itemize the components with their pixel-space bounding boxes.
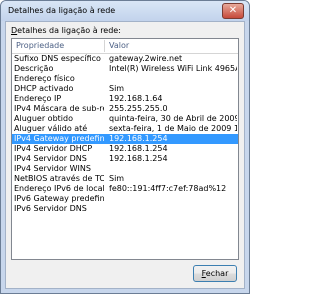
- table-row[interactable]: IPv4 Máscara de sub-rede 255.255.255.0: [12, 104, 238, 114]
- column-header-property[interactable]: Propriedade: [16, 39, 64, 53]
- row-property: Aluguer válido até: [14, 124, 88, 133]
- row-value: Sim: [109, 174, 125, 183]
- title-bar[interactable]: Detalhes da ligação à rede ✕: [1, 1, 249, 21]
- row-property: IPv4 Máscara de sub-rede: [14, 104, 104, 113]
- row-property: DHCP activado: [14, 84, 74, 93]
- dialog-body: Detalhes da ligação à rede: Propriedade …: [5, 21, 245, 289]
- table-row[interactable]: IPv4 Servidor DNS 192.168.1.254: [12, 154, 238, 164]
- row-property: IPv6 Servidor DNS: [14, 204, 87, 213]
- table-row[interactable]: Endereço físico: [12, 74, 238, 84]
- column-header-value[interactable]: Valor: [109, 39, 129, 53]
- row-property: Aluguer obtido: [14, 114, 73, 123]
- row-property: NetBIOS através de TC...: [14, 174, 104, 183]
- table-row[interactable]: IPv6 Servidor DNS: [12, 204, 238, 214]
- row-property: Descrição: [14, 64, 54, 73]
- table-row[interactable]: Aluguer obtido quinta-feira, 30 de Abril …: [12, 114, 238, 124]
- table-row[interactable]: IPv4 Servidor WINS: [12, 164, 238, 174]
- row-value: 192.168.1.254: [109, 154, 168, 163]
- row-property: IPv4 Servidor DHCP: [14, 144, 93, 153]
- table-row[interactable]: IPv6 Gateway predefinido: [12, 194, 238, 204]
- table-row[interactable]: Endereço IP 192.168.1.64: [12, 94, 238, 104]
- table-row[interactable]: DHCP activado Sim: [12, 84, 238, 94]
- table-row[interactable]: IPv4 Servidor DHCP 192.168.1.254: [12, 144, 238, 154]
- row-value: quinta-feira, 30 de Abril de 2009 10:21:…: [109, 114, 237, 123]
- row-value: 255.255.255.0: [109, 104, 168, 113]
- table-row[interactable]: IPv4 Gateway predefinido 192.168.1.254: [12, 134, 238, 144]
- row-property: IPv4 Servidor WINS: [14, 164, 91, 173]
- row-value: gateway.2wire.net: [109, 54, 183, 63]
- row-value: 192.168.1.254: [109, 134, 168, 143]
- row-value: Intel(R) Wireless WiFi Link 4965AGN: [109, 64, 237, 73]
- row-property: Endereço físico: [14, 74, 75, 83]
- details-label-text: etalhes da ligação à rede:: [17, 26, 121, 35]
- close-button-label: echar: [205, 269, 229, 278]
- table-row[interactable]: Endereço IPv6 de local ... fe80::191:4ff7…: [12, 184, 238, 194]
- list-header: Propriedade Valor: [12, 39, 238, 54]
- details-label: Detalhes da ligação à rede:: [11, 26, 121, 35]
- list-rows: Sufixo DNS específico d... gateway.2wire.…: [12, 54, 238, 214]
- row-value: 192.168.1.64: [109, 94, 163, 103]
- table-row[interactable]: Aluguer válido até sexta-feira, 1 de Maio…: [12, 124, 238, 134]
- table-row[interactable]: NetBIOS através de TC... Sim: [12, 174, 238, 184]
- details-list[interactable]: Propriedade Valor Sufixo DNS específico …: [11, 38, 239, 260]
- table-row[interactable]: Sufixo DNS específico d... gateway.2wire.…: [12, 54, 238, 64]
- network-details-window: Detalhes da ligação à rede ✕ Detalhes da…: [0, 0, 250, 294]
- row-value: Sim: [109, 84, 125, 93]
- window-title: Detalhes da ligação à rede: [8, 6, 116, 15]
- close-icon: ✕: [228, 5, 238, 16]
- column-divider[interactable]: [104, 40, 105, 52]
- row-property: IPv6 Gateway predefinido: [14, 194, 104, 203]
- close-button[interactable]: Fechar: [193, 265, 237, 282]
- row-property: Endereço IP: [14, 94, 62, 103]
- row-property: Sufixo DNS específico d...: [14, 54, 104, 63]
- row-property: Endereço IPv6 de local ...: [14, 184, 104, 193]
- row-value: 192.168.1.254: [109, 144, 168, 153]
- table-row[interactable]: Descrição Intel(R) Wireless WiFi Link 496…: [12, 64, 238, 74]
- title-close-button[interactable]: ✕: [222, 3, 244, 19]
- row-property: IPv4 Gateway predefinido: [14, 134, 104, 143]
- row-value: sexta-feira, 1 de Maio de 2009 11:51:14: [109, 124, 237, 133]
- row-property: IPv4 Servidor DNS: [14, 154, 87, 163]
- row-value: fe80::191:4ff7:c7ef:78ad%12: [109, 184, 227, 193]
